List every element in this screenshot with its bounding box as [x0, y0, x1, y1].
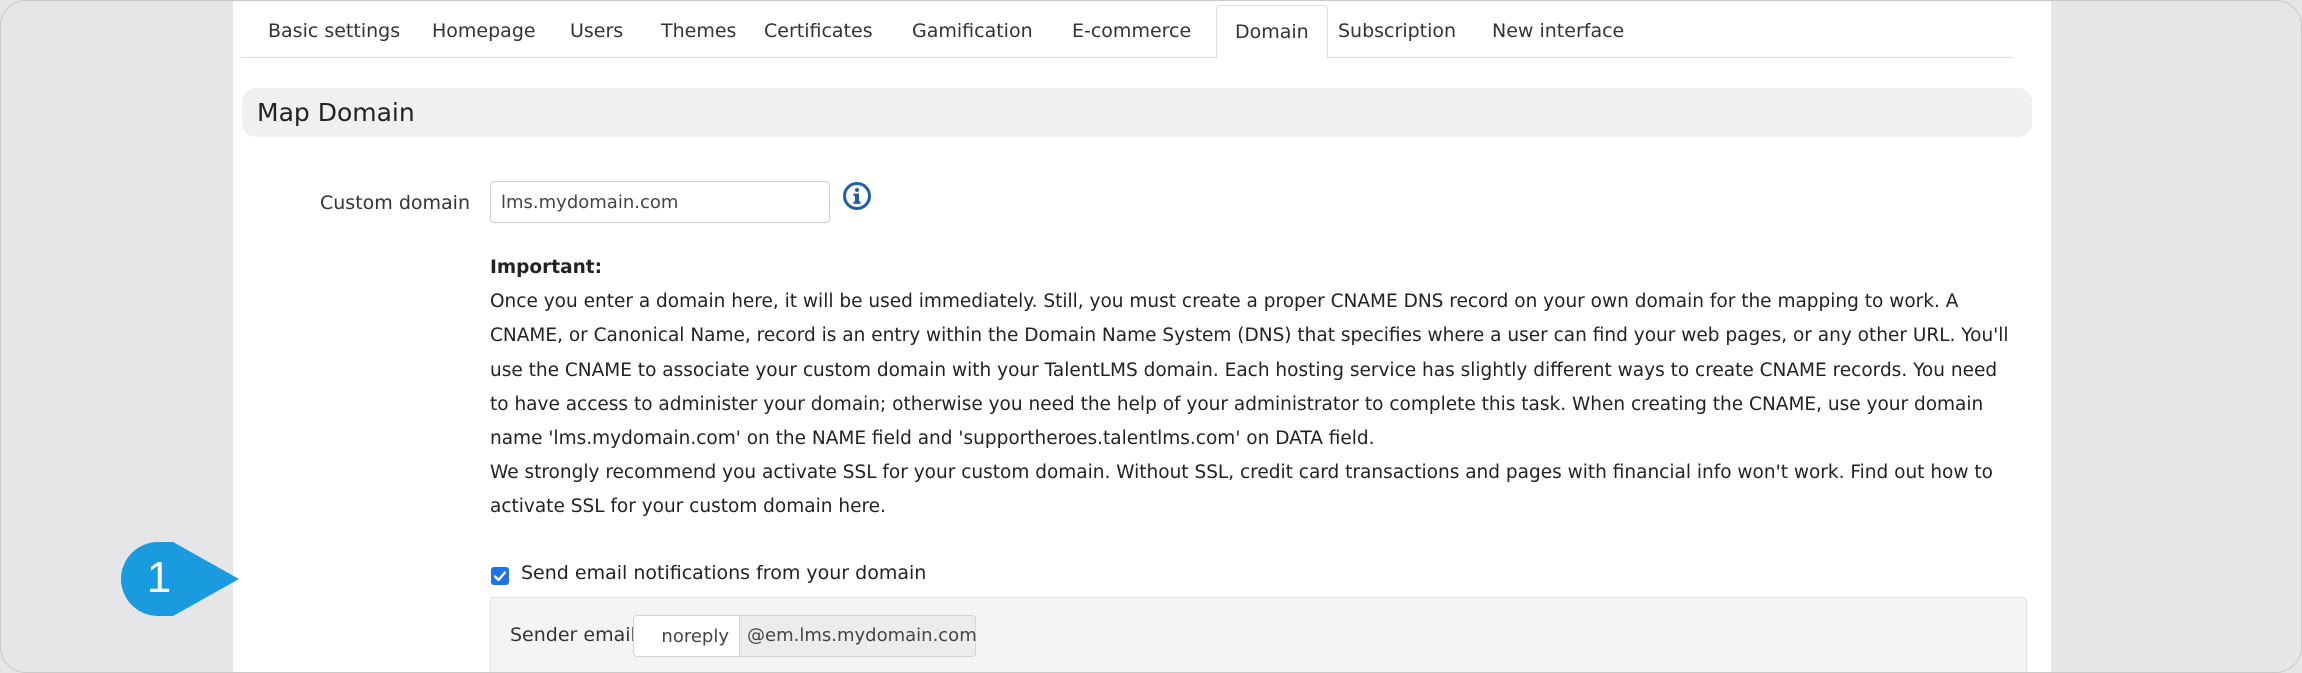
important-notice: Important: Once you enter a domain here,… — [490, 251, 2010, 525]
custom-domain-label: Custom domain — [320, 192, 470, 214]
section-header: Map Domain — [242, 88, 2032, 137]
window-frame: Basic settings Homepage Users Themes Cer… — [0, 0, 2302, 673]
notifications-checkbox[interactable] — [491, 567, 509, 585]
checkmark-icon — [493, 571, 507, 582]
tab-themes[interactable]: Themes — [661, 5, 736, 57]
callout-marker: 1 — [121, 542, 239, 616]
section-title: Map Domain — [257, 98, 415, 127]
sender-email-label: Sender email — [510, 624, 636, 646]
settings-tabs: Basic settings Homepage Users Themes Cer… — [241, 5, 2013, 59]
callout-number: 1 — [147, 553, 171, 602]
sender-email-box: Sender email @em.lms.mydomain.com — [490, 597, 2027, 672]
tab-subscription[interactable]: Subscription — [1338, 5, 1456, 57]
tab-new-interface[interactable]: New interface — [1492, 5, 1624, 57]
important-paragraph-ssl: We strongly recommend you activate SSL f… — [490, 462, 1993, 518]
custom-domain-input[interactable] — [490, 181, 830, 223]
tab-basic-settings[interactable]: Basic settings — [268, 5, 400, 57]
tab-gamification[interactable]: Gamification — [912, 5, 1033, 57]
sender-email-domain-suffix: @em.lms.mydomain.com — [739, 615, 977, 657]
info-circle-icon[interactable] — [842, 181, 872, 211]
tab-users[interactable]: Users — [570, 5, 623, 57]
notifications-checkbox-label[interactable]: Send email notifications from your domai… — [521, 562, 926, 584]
tab-homepage[interactable]: Homepage — [432, 5, 536, 57]
tab-domain[interactable]: Domain — [1216, 5, 1328, 59]
important-paragraph-cname: Once you enter a domain here, it will be… — [490, 291, 2009, 450]
sender-email-input[interactable] — [633, 615, 739, 657]
settings-panel: Basic settings Homepage Users Themes Cer… — [233, 1, 2051, 672]
tab-ecommerce[interactable]: E-commerce — [1072, 5, 1191, 57]
tab-certificates[interactable]: Certificates — [764, 5, 873, 57]
important-heading: Important: — [490, 257, 602, 278]
